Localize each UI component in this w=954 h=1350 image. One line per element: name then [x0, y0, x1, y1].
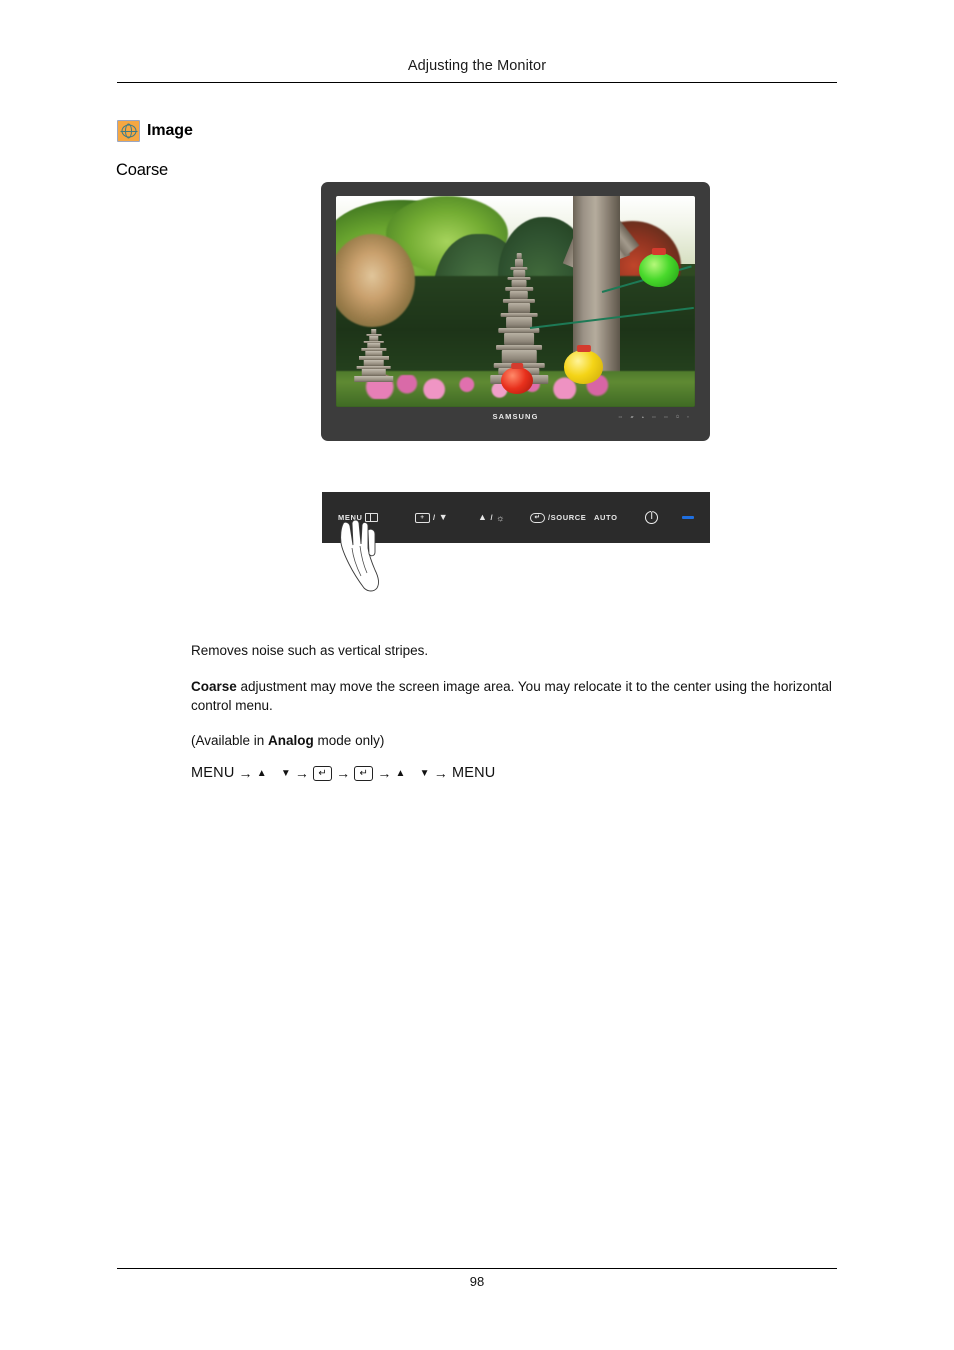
triangle-down-icon: ▼ — [438, 512, 449, 522]
availability-pre: (Available in — [191, 733, 269, 748]
up-brightness-separator: / — [490, 513, 494, 522]
nav-up-2: ▲ — [395, 768, 406, 779]
section-heading-label: Image — [147, 122, 193, 139]
auto-button[interactable]: AUTO — [594, 513, 618, 522]
footer-divider — [117, 1268, 837, 1269]
nav-arrow-5: → — [433, 765, 448, 781]
boxed-plus-icon: + — [415, 512, 430, 523]
menu-button-label: MENU — [338, 513, 363, 522]
menu-button[interactable]: MENU — [338, 513, 379, 522]
enter-icon: ↵ — [530, 512, 545, 523]
coarse-note-rest: adjustment may move the screen image are… — [191, 679, 832, 713]
minus-down-separator: / — [433, 513, 436, 522]
power-icon — [645, 511, 658, 524]
nav-arrow-3: → — [336, 765, 351, 781]
analog-bold-term: Analog — [268, 733, 314, 748]
nav-down-1: ▼ — [280, 768, 291, 779]
monitor-bottom-bezel: SAMSUNG ▭ ▰ ▴ ▭ ▭ ⏻ ▪ — [336, 407, 695, 425]
bezel-btn-auto: ▭ — [664, 413, 668, 419]
image-globe-icon — [117, 120, 140, 142]
nav-enter-icon-1: ↵ — [313, 766, 333, 781]
bezel-btn-power: ⏻ — [676, 413, 680, 419]
bezel-btn-enter: ▭ — [652, 413, 657, 419]
nav-arrow-4: → — [377, 765, 392, 781]
led-indicator-icon — [682, 516, 694, 519]
paragraph-description: Removes noise such as vertical stripes. — [191, 643, 429, 658]
samsung-logo: SAMSUNG — [492, 411, 539, 421]
coarse-bold-term: Coarse — [191, 679, 237, 694]
nav-arrow-1: → — [238, 765, 253, 781]
power-button[interactable] — [645, 511, 658, 524]
scene-stone-pagoda-small — [353, 327, 394, 382]
menu-navigation-path: MENU → ▲ ▼ → ↵ → ↵ → ▲ ▼ → MENU — [191, 764, 851, 783]
control-panel-closeup: MENU + / ▼ ▲ / ☼ ↵/SOURCE AUTO — [322, 492, 710, 543]
bezel-btn-up: ▴ — [641, 413, 645, 419]
enter-source-button[interactable]: ↵/SOURCE — [530, 512, 587, 523]
scene-lantern-yellow — [563, 350, 604, 384]
availability-post: mode only) — [313, 733, 385, 748]
header-divider — [117, 82, 837, 83]
enter-source-label: /SOURCE — [548, 513, 587, 522]
triangle-up-icon: ▲ — [478, 512, 488, 522]
nav-arrow-2: → — [294, 765, 310, 781]
page-header-title: Adjusting the Monitor — [407, 58, 547, 74]
bezel-btn-at: ▰ — [630, 413, 634, 419]
bezel-btn-led: ▪ — [687, 413, 689, 419]
page-number: 98 — [469, 1274, 485, 1289]
nav-enter-icon-2: ↵ — [354, 766, 374, 781]
minus-down-button[interactable]: + / ▼ — [415, 512, 449, 523]
section-heading: Image — [117, 120, 193, 142]
scene-lantern-green — [639, 252, 679, 287]
bezel-btn-menu: ▭ — [618, 413, 623, 419]
paragraph-coarse-note: Coarse adjustment may move the screen im… — [191, 677, 851, 715]
subsection-heading: Coarse — [116, 161, 168, 179]
monitor-figure: SAMSUNG ▭ ▰ ▴ ▭ ▭ ⏻ ▪ — [321, 182, 710, 441]
power-led — [682, 516, 694, 519]
menu-icon — [365, 513, 379, 522]
nav-up-1: ▲ — [256, 768, 267, 779]
paragraph-availability: (Available in Analog mode only) — [191, 731, 851, 750]
nav-end-menu: MENU — [451, 765, 496, 781]
document-page: Adjusting the Monitor Image Coarse SAMSU… — [0, 0, 954, 1350]
up-brightness-button[interactable]: ▲ / ☼ — [478, 513, 505, 523]
nav-down-2: ▼ — [419, 768, 430, 779]
auto-button-label: AUTO — [594, 513, 618, 522]
nav-start-menu: MENU — [191, 765, 235, 781]
monitor-screen-image — [336, 196, 695, 407]
bezel-button-row: ▭ ▰ ▴ ▭ ▭ ⏻ ▪ — [619, 414, 689, 419]
brightness-icon: ☼ — [496, 512, 506, 523]
